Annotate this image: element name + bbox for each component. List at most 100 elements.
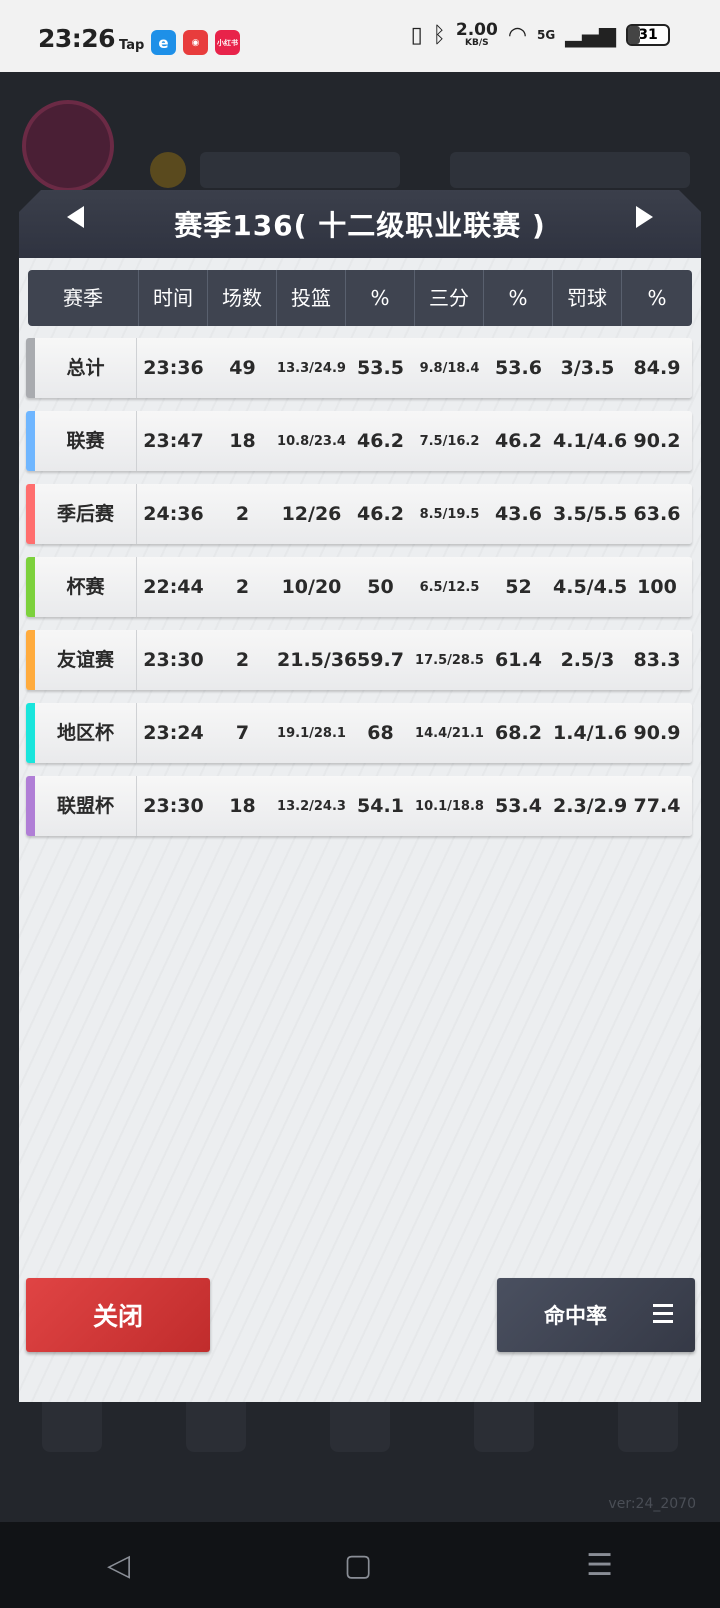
dialog-body: 赛季 时间 场数 投篮 % 三分 % 罚球 % 总计 23:36 49 13.3/24… — [19, 258, 701, 1402]
stats-table-rows: 总计 23:36 49 13.3/24.9 53.5 9.8/18.4 53.6 3/3.5 8… — [26, 338, 692, 849]
stat-cell: 52 — [505, 576, 532, 598]
column-header: % — [647, 286, 667, 310]
xiaohongshu-app-icon: 小红书 — [215, 30, 240, 55]
row-color-marker — [26, 411, 35, 471]
stats-row: 季后赛 24:36 2 12/26 46.2 8.5/19.5 43.6 3.5/5.5 63.… — [26, 484, 692, 544]
stat-cell: 49 — [229, 357, 256, 379]
status-icons: ▯ ᛒ 2.00 KB/S ◠ 5G ▂▄▆ 31 — [411, 22, 670, 48]
battery-level: 31 — [638, 27, 658, 43]
stats-table-header: 赛季 时间 场数 投篮 % 三分 % 罚球 % — [28, 270, 692, 326]
browser-app-icon: e — [151, 30, 176, 55]
system-nav-bar: ◁ ▢ ☰ — [0, 1522, 720, 1608]
stat-cell: 90.2 — [633, 430, 681, 452]
stat-cell: 22:44 — [143, 576, 204, 598]
season-stats-dialog: 赛季136( 十二级职业联赛 ) 赛季 时间 场数 投篮 % 三分 % 罚球 %… — [19, 190, 701, 1402]
back-icon[interactable]: ◁ — [107, 1548, 130, 1583]
stat-cell: 13.2/24.3 — [277, 798, 346, 814]
row-color-marker — [26, 338, 35, 398]
team-logo — [22, 100, 114, 192]
column-header: 罚球 — [553, 270, 622, 326]
stat-cell: 4.5/4.5 — [553, 576, 628, 598]
menu-icon — [653, 1304, 673, 1324]
stat-cell: 2.3/2.9 — [553, 795, 628, 817]
recents-icon[interactable]: ☰ — [586, 1548, 613, 1583]
stat-cell: 68.2 — [495, 722, 542, 744]
stat-cell: 46.2 — [357, 503, 404, 525]
stat-cell: 23:30 — [143, 795, 204, 817]
stat-cell: 18 — [229, 430, 256, 452]
stat-cell: 10/20 — [281, 576, 342, 598]
stat-cell: 10.1/18.8 — [415, 798, 484, 814]
stat-cell: 50 — [367, 576, 394, 598]
vibrate-icon: ▯ — [410, 22, 423, 48]
hit-rate-label: 命中率 — [544, 1304, 607, 1328]
row-category: 总计 — [26, 338, 137, 398]
column-header: 场数 — [208, 270, 277, 326]
stat-cell: 9.8/18.4 — [419, 360, 480, 376]
stat-cell: 23:24 — [143, 722, 204, 744]
stat-cell: 18 — [229, 795, 256, 817]
stat-cell: 63.6 — [633, 503, 681, 525]
row-color-marker — [26, 776, 35, 836]
status-time: 23:26 — [38, 24, 116, 53]
taptap-app-icon: Tap — [119, 38, 145, 53]
column-header: 投篮 — [277, 270, 346, 326]
stat-cell: 17.5/28.5 — [415, 652, 484, 668]
stat-cell: 19.1/28.1 — [277, 725, 346, 741]
stat-cell: 7 — [235, 722, 250, 744]
stat-cell: 54.1 — [357, 795, 404, 817]
next-season-arrow-icon[interactable] — [636, 206, 653, 228]
stat-cell: 83.3 — [633, 649, 681, 671]
stat-cell: 100 — [637, 576, 677, 598]
stat-cell: 59.7 — [357, 649, 404, 671]
stats-row: 联盟杯 23:30 18 13.2/24.3 54.1 10.1/18.8 53.4 2.3/… — [26, 776, 692, 836]
column-header: 时间 — [139, 270, 208, 326]
hit-rate-button[interactable]: 命中率 — [497, 1278, 695, 1352]
row-color-marker — [26, 630, 35, 690]
stat-cell: 21.5/36 — [277, 649, 358, 671]
row-category: 友谊赛 — [26, 630, 137, 690]
row-color-marker — [26, 557, 35, 617]
stat-cell: 14.4/21.1 — [415, 725, 484, 741]
stat-cell: 77.4 — [633, 795, 681, 817]
row-color-marker — [26, 703, 35, 763]
home-icon[interactable]: ▢ — [344, 1548, 372, 1583]
stat-cell: 90.9 — [633, 722, 681, 744]
stat-cell: 12/26 — [281, 503, 342, 525]
column-header: % — [484, 270, 553, 326]
network-speed-value: 2.00 — [455, 20, 498, 40]
stat-cell: 84.9 — [633, 357, 681, 379]
stat-cell: 13.3/24.9 — [277, 360, 346, 376]
stat-cell: 3/3.5 — [560, 357, 615, 379]
stat-cell: 61.4 — [495, 649, 542, 671]
stat-cell: 46.2 — [495, 430, 542, 452]
network-speed: 2.00 KB/S — [455, 20, 498, 49]
signal-icon: ▂▄▆ — [565, 22, 616, 48]
stats-row: 联赛 23:47 18 10.8/23.4 46.2 7.5/16.2 46.2 4.1/4.… — [26, 411, 692, 471]
row-color-marker — [26, 484, 35, 544]
stat-cell: 8.5/19.5 — [419, 506, 480, 522]
owl-app-icon: ◉ — [183, 30, 208, 55]
stat-cell: 23:36 — [143, 357, 204, 379]
stat-cell: 53.6 — [495, 357, 542, 379]
stat-cell: 53.4 — [495, 795, 542, 817]
stat-cell: 53.5 — [357, 357, 404, 379]
battery-icon: 31 — [626, 24, 670, 46]
stat-cell: 46.2 — [357, 430, 404, 452]
close-button[interactable]: 关闭 — [26, 1278, 210, 1352]
stat-cell: 2 — [235, 576, 250, 598]
gem-bar — [450, 152, 690, 188]
row-category: 联盟杯 — [26, 776, 137, 836]
column-header: 三分 — [415, 270, 484, 326]
stat-cell: 4.1/4.6 — [553, 430, 628, 452]
previous-season-arrow-icon[interactable] — [67, 206, 84, 228]
coin-icon — [150, 152, 186, 188]
stat-cell: 23:30 — [143, 649, 204, 671]
version-label: ver:24_2070 — [608, 1496, 696, 1512]
wifi-icon: ◠ — [507, 22, 528, 48]
stat-cell: 2 — [235, 503, 250, 525]
coin-bar — [200, 152, 400, 188]
dialog-header: 赛季136( 十二级职业联赛 ) — [19, 190, 701, 258]
stats-row: 地区杯 23:24 7 19.1/28.1 68 14.4/21.1 68.2 1.4/1.6… — [26, 703, 692, 763]
row-category: 季后赛 — [26, 484, 137, 544]
